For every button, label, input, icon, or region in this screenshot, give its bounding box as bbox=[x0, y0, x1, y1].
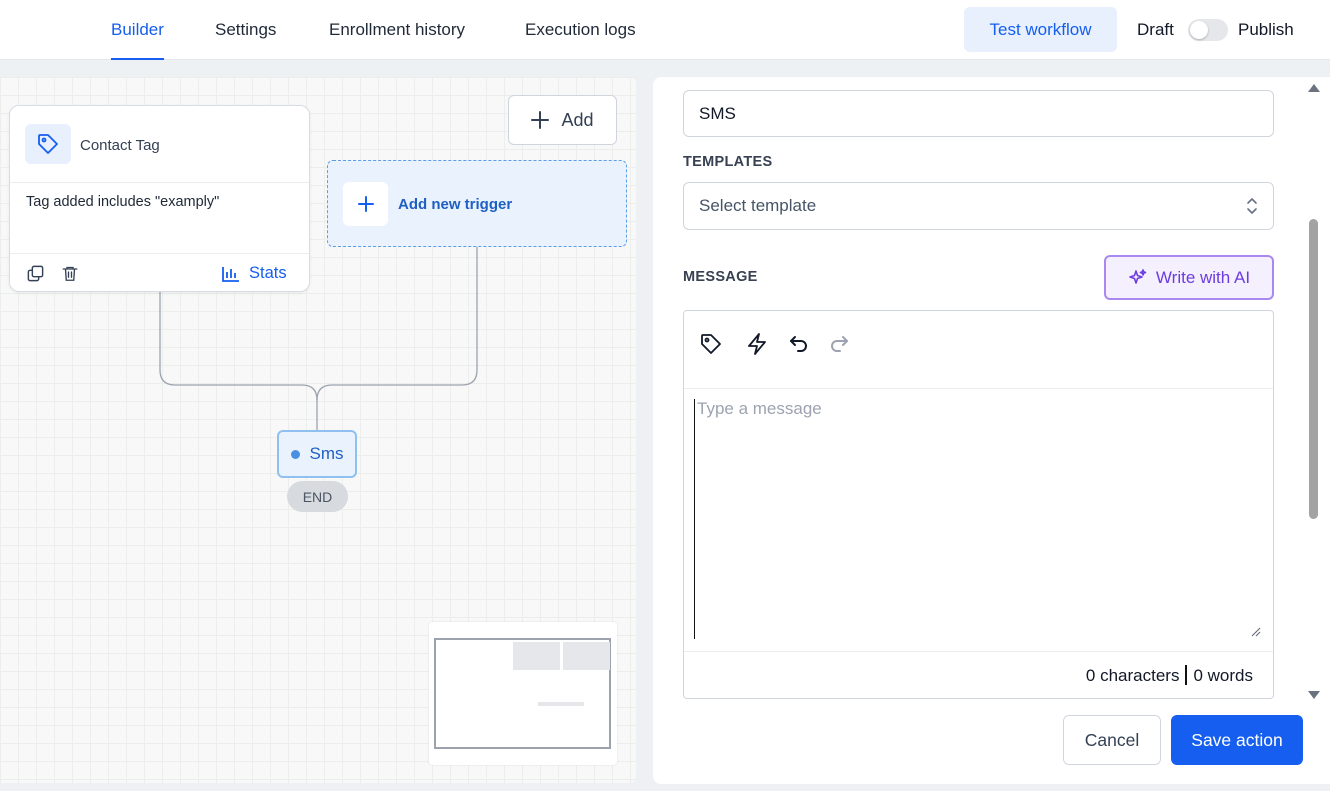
templates-label: TEMPLATES bbox=[683, 154, 773, 170]
sparkle-icon bbox=[1129, 268, 1147, 284]
divider bbox=[684, 651, 1273, 652]
action-settings-panel: TEMPLATES Select template MESSAGE Write … bbox=[653, 77, 1330, 784]
add-new-trigger-button[interactable]: Add new trigger bbox=[327, 160, 627, 247]
tab-execution-logs[interactable]: Execution logs bbox=[525, 0, 636, 60]
minimap[interactable] bbox=[429, 622, 617, 765]
minimap-node bbox=[538, 702, 584, 706]
write-with-ai-label: Write with AI bbox=[1155, 267, 1251, 287]
trigger-card-description: Tag added includes "examply" bbox=[26, 194, 220, 210]
undo-icon[interactable] bbox=[786, 331, 812, 357]
publish-label: Publish bbox=[1238, 20, 1294, 39]
workflow-canvas[interactable]: Contact Tag Tag added includes "examply"… bbox=[0, 77, 636, 783]
tab-builder[interactable]: Builder bbox=[111, 0, 164, 60]
template-select-placeholder: Select template bbox=[699, 196, 817, 215]
divider bbox=[10, 182, 309, 183]
write-with-ai-button[interactable]: Write with AI bbox=[1104, 255, 1274, 300]
word-count: 0 words bbox=[1193, 666, 1253, 685]
redo-icon[interactable] bbox=[826, 331, 852, 357]
tab-settings[interactable]: Settings bbox=[215, 0, 276, 60]
bar-chart-icon bbox=[222, 266, 239, 282]
add-label: Add bbox=[561, 109, 594, 130]
publish-toggle[interactable] bbox=[1188, 19, 1228, 41]
copy-icon[interactable] bbox=[25, 263, 45, 283]
plus-icon bbox=[531, 111, 550, 129]
message-textarea[interactable] bbox=[694, 399, 1262, 639]
top-bar: Builder Settings Enrollment history Exec… bbox=[0, 0, 1330, 60]
resize-handle-icon[interactable] bbox=[1251, 627, 1261, 637]
draft-label: Draft bbox=[1137, 20, 1174, 39]
message-label: MESSAGE bbox=[683, 269, 758, 285]
stats-link[interactable]: Stats bbox=[222, 264, 287, 283]
toggle-knob bbox=[1190, 21, 1208, 39]
trash-icon[interactable] bbox=[60, 263, 80, 283]
add-button[interactable]: Add bbox=[508, 95, 617, 145]
tab-enrollment-history[interactable]: Enrollment history bbox=[329, 0, 465, 60]
cancel-button[interactable]: Cancel bbox=[1063, 715, 1161, 765]
tag-icon bbox=[25, 124, 71, 164]
template-select[interactable]: Select template bbox=[683, 182, 1274, 230]
trigger-card-contact-tag[interactable]: Contact Tag Tag added includes "examply"… bbox=[9, 105, 310, 292]
scroll-up-icon[interactable] bbox=[1308, 84, 1320, 92]
tag-icon[interactable] bbox=[698, 331, 724, 357]
character-count: 0 characters bbox=[1085, 666, 1180, 685]
plus-icon bbox=[343, 182, 388, 226]
divider bbox=[684, 388, 1273, 389]
minimap-node bbox=[563, 642, 610, 670]
test-workflow-button[interactable]: Test workflow bbox=[964, 7, 1117, 52]
action-name-input[interactable] bbox=[683, 90, 1274, 137]
message-counter: 0 characters 0 words bbox=[1086, 665, 1253, 686]
lightning-icon[interactable] bbox=[744, 331, 770, 357]
scrollbar-thumb[interactable] bbox=[1309, 219, 1318, 519]
divider bbox=[10, 253, 309, 254]
sms-node-label: Sms bbox=[309, 444, 344, 463]
add-new-trigger-label: Add new trigger bbox=[398, 196, 513, 213]
end-node: END bbox=[287, 481, 348, 512]
trigger-card-title: Contact Tag bbox=[80, 137, 160, 154]
chevron-up-down-icon bbox=[1247, 198, 1257, 214]
sms-action-node[interactable]: Sms bbox=[277, 430, 357, 478]
save-action-button[interactable]: Save action bbox=[1171, 715, 1303, 765]
stats-label: Stats bbox=[249, 264, 287, 282]
status-dot bbox=[290, 449, 300, 459]
message-editor: 0 characters 0 words bbox=[683, 310, 1274, 699]
minimap-node bbox=[513, 642, 560, 670]
scroll-down-icon[interactable] bbox=[1308, 691, 1320, 699]
